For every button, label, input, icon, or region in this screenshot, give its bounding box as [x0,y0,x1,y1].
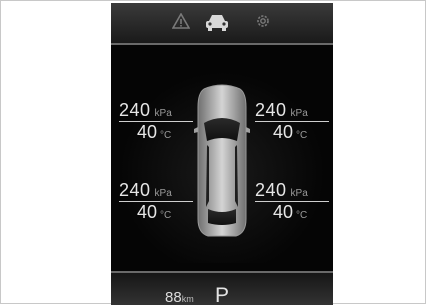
temperature-value: 40 [137,202,158,222]
temperature-value: 40 [273,202,294,222]
top-status-bar [111,3,333,45]
car-front-icon[interactable] [204,12,230,37]
pressure-unit: kPa [290,188,308,199]
temperature-value: 40 [137,122,158,142]
temperature-unit: °C [296,210,308,221]
warning-triangle-icon [171,12,191,34]
pressure-unit: kPa [290,108,308,119]
odometer-value: 88 [165,289,182,305]
pressure-unit: kPa [154,188,172,199]
cluster-screen: 240 kPa 40 °C 240 kPa 40 °C 240 kPa 40 °… [111,3,333,305]
temperature-unit: °C [160,130,172,141]
pressure-value: 240 [119,100,151,120]
gear-indicator: P [215,284,230,305]
pressure-unit: kPa [154,108,172,119]
odometer-unit: km [181,294,194,304]
tire-front-left: 240 kPa 40 °C [119,100,193,142]
pressure-value: 240 [255,180,287,200]
temperature-unit: °C [160,210,172,221]
pressure-value: 240 [255,100,287,120]
temperature-unit: °C [296,130,308,141]
tire-rear-right: 240 kPa 40 °C [255,180,329,222]
bottom-status-bar: 88km P [111,271,333,305]
odometer: 88km [165,289,194,305]
tire-front-right: 240 kPa 40 °C [255,100,329,142]
car-top-view-icon [194,84,250,237]
tire-rear-left: 240 kPa 40 °C [119,180,193,222]
temperature-value: 40 [273,122,294,142]
gear-icon[interactable] [255,13,271,34]
pressure-value: 240 [119,180,151,200]
